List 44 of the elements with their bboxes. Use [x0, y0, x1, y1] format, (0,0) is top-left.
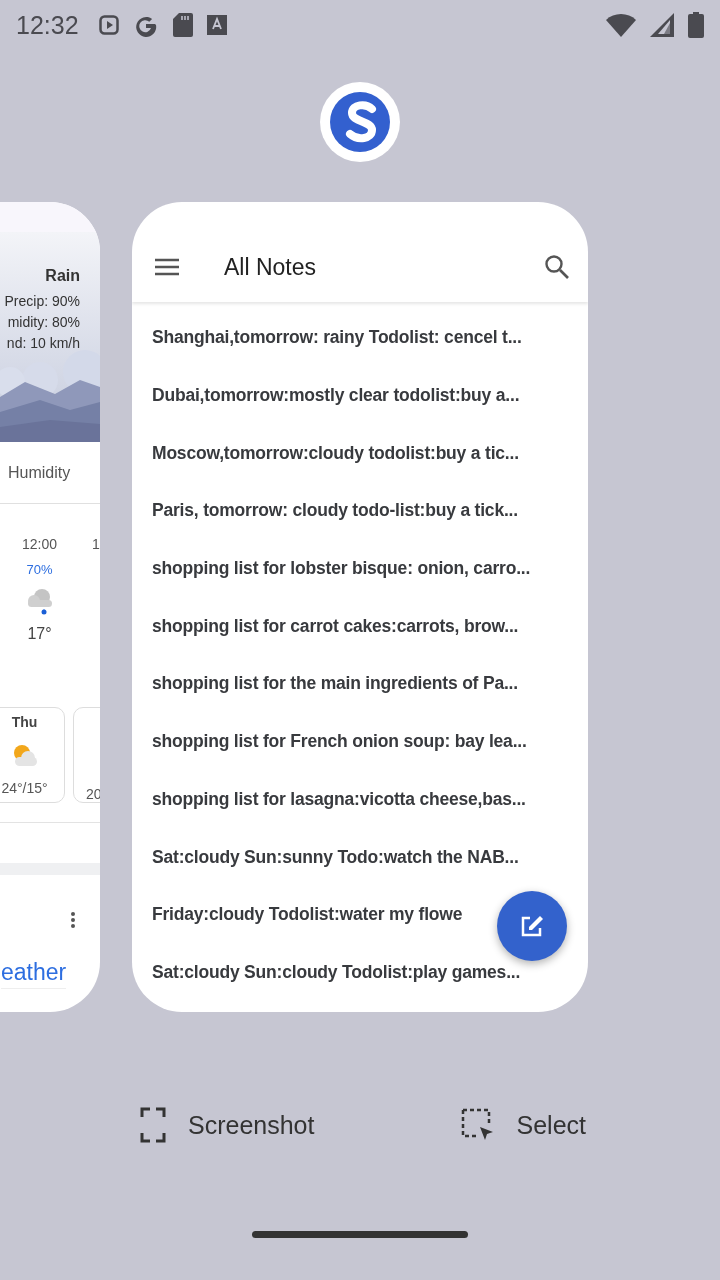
weather-link[interactable]: eather: [1, 959, 67, 989]
note-title[interactable]: Dubai,tomorrow:mostly clear todolist:buy a...: [132, 366, 588, 425]
clock: 12:32: [16, 10, 79, 40]
search-icon[interactable]: [544, 254, 570, 280]
app-logo-icon[interactable]: [320, 82, 400, 162]
note-title[interactable]: Friday:cloudy Todolist:water my flowe: [132, 885, 588, 944]
play-icon: [98, 15, 119, 35]
note-title[interactable]: Shanghai,tomorrow: rainy Todolist: cencel t...: [132, 309, 588, 367]
weather-detail: nd: 10 km/h: [6, 334, 80, 353]
day-forecast-card[interactable]: Thu 24°/15°: [0, 707, 65, 803]
precip-chance: 70%: [26, 562, 53, 577]
notes-app-card[interactable]: [132, 202, 588, 1012]
signal-icon: [650, 13, 674, 37]
hour-label: 12:00: [22, 536, 58, 552]
home-handle[interactable]: [252, 1231, 468, 1238]
edit-icon: [520, 914, 544, 938]
note-title[interactable]: shopping list for lasagna:vicotta cheese,bas...: [132, 770, 588, 829]
text-box-icon: [206, 15, 227, 35]
humidity-tab[interactable]: Humidity: [8, 463, 71, 482]
note-title[interactable]: Moscow,tomorrow:cloudy todolist:buy a tic...: [132, 424, 588, 483]
app-title: All Notes: [224, 253, 318, 281]
select-button[interactable]: Select: [460, 1088, 586, 1162]
note-title[interactable]: Sat:cloudy Sun:sunny Todo:watch the NAB...: [132, 828, 588, 886]
weather-detail: Precip: 90%: [4, 292, 80, 311]
select-icon: [460, 1108, 495, 1142]
screenshot-button[interactable]: Screenshot: [140, 1088, 315, 1162]
note-title[interactable]: shopping list for French onion soup: bay lea...: [132, 712, 588, 771]
note-title[interactable]: shopping list for lobster bisque: onion, carro...: [132, 539, 588, 598]
note-title[interactable]: Sat:cloudy Sun:cloudy Todolist:play games...: [132, 943, 588, 1002]
sd-card-icon: [172, 13, 193, 37]
wifi-icon: [606, 13, 636, 37]
note-title[interactable]: Paris, tomorrow: cloudy todo-list:buy a tick...: [132, 482, 588, 540]
note-title[interactable]: shopping list for carrot cakes:carrots, brow...: [132, 597, 588, 656]
more-icon[interactable]: [70, 911, 76, 929]
day-temperature: 24°/15°: [1, 779, 48, 796]
weather-detail: midity: 80%: [7, 313, 80, 332]
screenshot-icon: [140, 1107, 166, 1143]
battery-icon: [688, 12, 704, 38]
hour-temperature: 17°: [27, 625, 52, 643]
new-note-button[interactable]: [497, 891, 567, 961]
weather-condition: Rain: [45, 267, 80, 285]
hour-label: 1: [92, 536, 100, 552]
note-title[interactable]: shopping list for the main ingredients of Pa...: [132, 655, 588, 713]
menu-icon[interactable]: [154, 257, 180, 277]
